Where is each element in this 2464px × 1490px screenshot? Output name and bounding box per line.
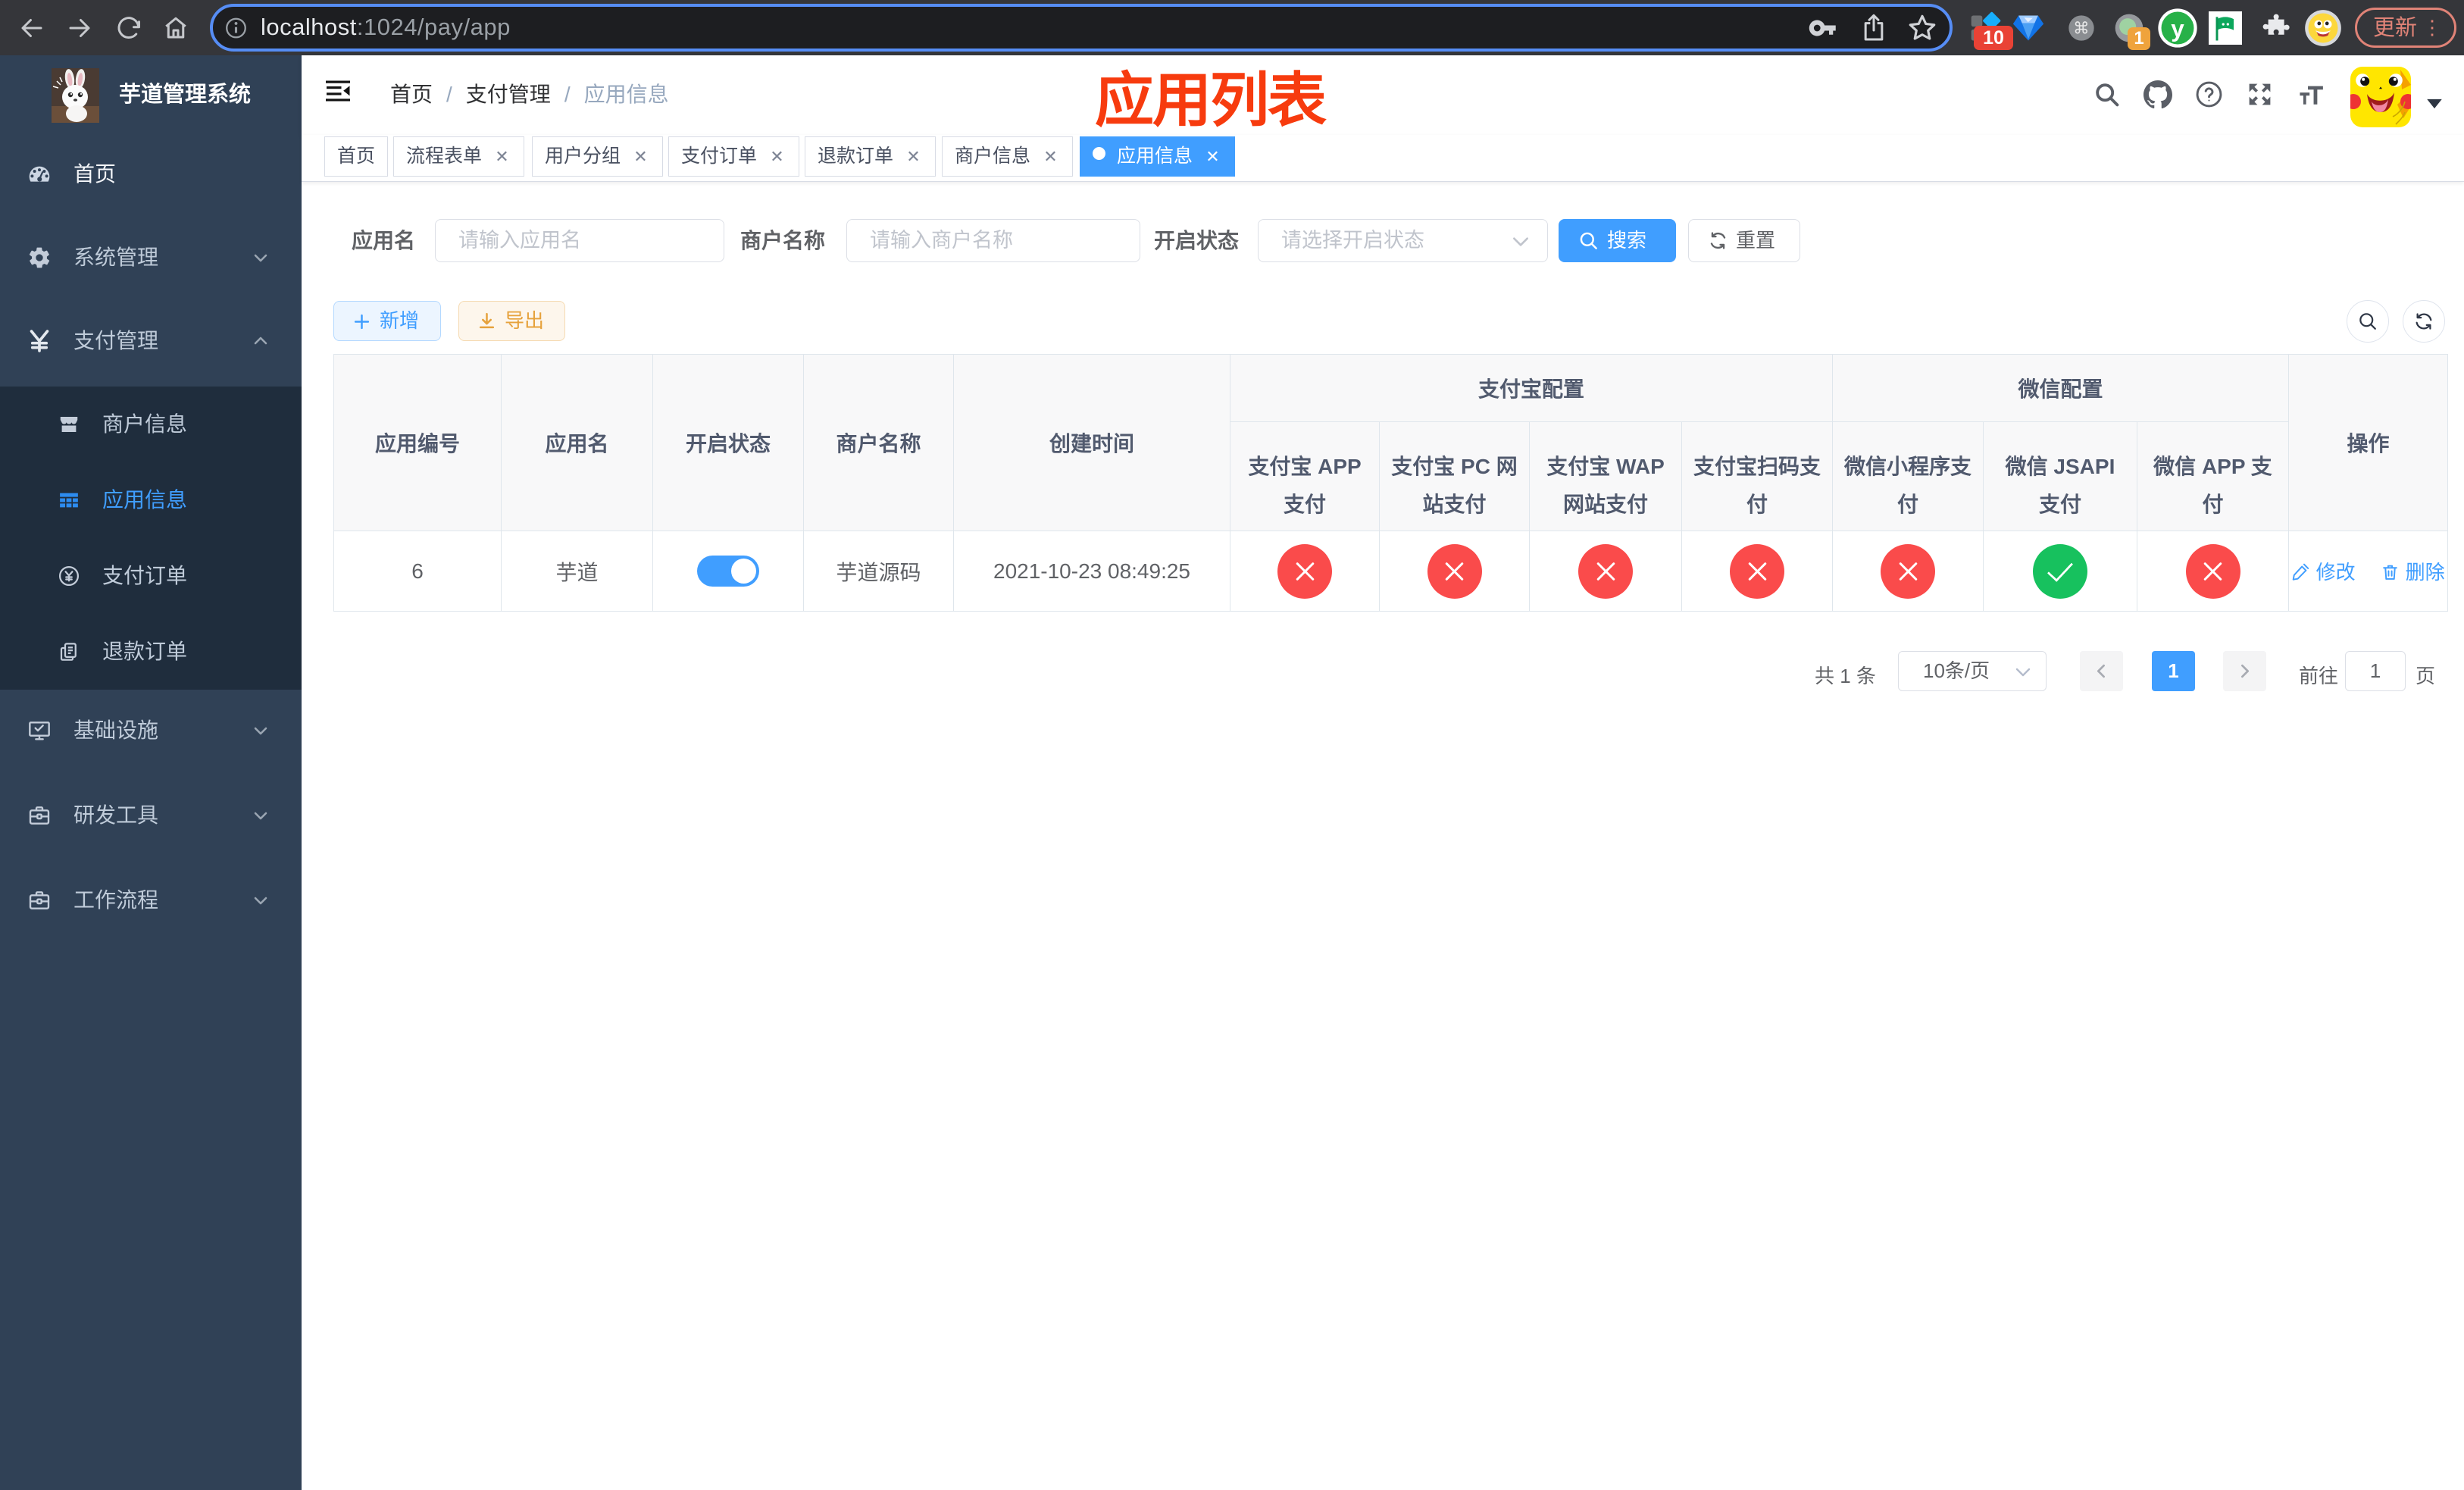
svg-text:y: y xyxy=(2171,14,2184,42)
svg-text:⌘: ⌘ xyxy=(2073,18,2090,37)
